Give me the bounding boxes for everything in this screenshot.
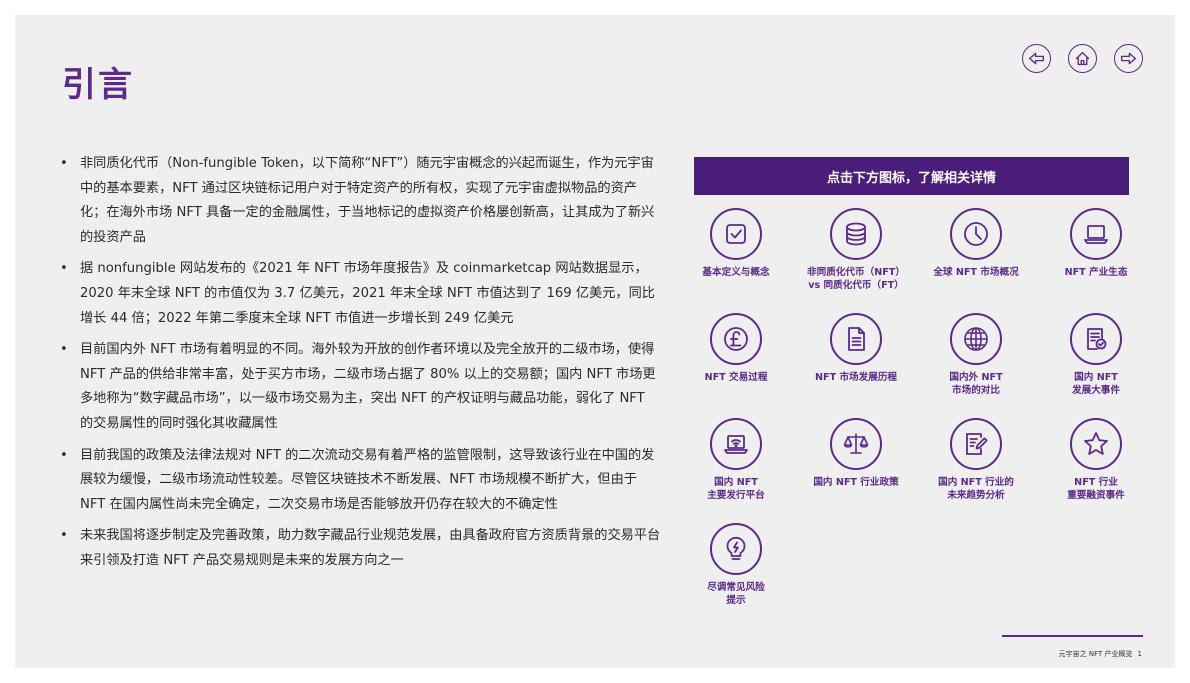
bullet-item: • 未来我国将逐步制定及完善政策，助力数字藏品行业规范发展，由具备政府官方资质背景…	[60, 528, 661, 568]
bullet-item: • 目前国内外 NFT 市场有着明显的不同。海外较为开放的创作者环境以及完全放开的…	[60, 342, 656, 431]
certificate-icon	[1087, 328, 1107, 350]
topic-domestic-events[interactable]: 国内 NFT 发展大事件	[1036, 313, 1156, 418]
topic-issuing-platforms[interactable]: 国内 NFT 主要发行平台	[676, 418, 796, 523]
topic-future-trends[interactable]: 国内 NFT 行业的 未来趋势分析	[916, 418, 1036, 523]
arrow-left-icon	[1029, 52, 1044, 65]
home-button[interactable]	[1068, 44, 1097, 73]
panel-header: 点击下方图标，了解相关详情	[694, 157, 1129, 195]
page-number: 1	[1137, 650, 1142, 658]
globe-icon	[964, 327, 988, 351]
topic-market-history[interactable]: NFT 市场发展历程	[796, 313, 916, 418]
arrow-right-icon	[1121, 52, 1136, 65]
topic-trading-process[interactable]: NFT 交易过程	[676, 313, 796, 418]
lightbulb-icon	[726, 536, 746, 560]
page-title: 引言	[62, 65, 134, 105]
topic-industry-ecosystem[interactable]: NFT 产业生态	[1036, 208, 1156, 313]
topic-financing-events[interactable]: NFT 行业 重要融资事件	[1036, 418, 1156, 523]
wifi-laptop-icon	[724, 435, 748, 454]
edit-document-icon	[966, 433, 988, 455]
clock-icon	[964, 222, 988, 246]
star-icon	[1084, 432, 1108, 455]
bullet-item: • 目前我国的政策及法律法规对 NFT 的二次流动交易有着严格的监管限制，这导致该…	[60, 447, 655, 512]
bullet-list: • 非同质化代币（Non-fungible Token，以下简称“NFT”）随元宇…	[55, 152, 661, 581]
home-icon	[1075, 51, 1090, 66]
laptop-icon	[1084, 225, 1108, 244]
checkbox-icon	[726, 224, 746, 244]
next-page-button[interactable]	[1114, 44, 1143, 73]
footer-divider	[1002, 635, 1143, 637]
prev-page-button[interactable]	[1022, 44, 1051, 73]
topic-icon-grid: 基本定义与概念 非同质化代币（NFT） vs 同质化代币（FT） 全球 NFT …	[676, 208, 1156, 628]
scales-icon	[843, 433, 869, 454]
topic-global-market[interactable]: 全球 NFT 市场概况	[916, 208, 1036, 313]
topic-domestic-vs-overseas[interactable]: 国内外 NFT 市场的对比	[916, 313, 1036, 418]
coin-stack-icon	[846, 222, 866, 246]
footer-title: 元宇宙之 NFT 产业概览	[1058, 650, 1133, 658]
bullet-item: • 非同质化代币（Non-fungible Token，以下简称“NFT”）随元宇…	[60, 156, 655, 245]
page-background: 引言 • 非同质化代币（Non-fungible Token，以下简称“NFT”）…	[15, 15, 1175, 668]
footer: 元宇宙之 NFT 产业概览 1	[1054, 649, 1142, 659]
topic-basic-definition[interactable]: 基本定义与概念	[676, 208, 796, 313]
document-icon	[848, 327, 865, 351]
topic-risk-tips[interactable]: 尽调常见风险 提示	[676, 523, 796, 628]
topic-nft-vs-ft[interactable]: 非同质化代币（NFT） vs 同质化代币（FT）	[796, 208, 916, 313]
bullet-item: • 据 nonfungible 网站发布的《2021 年 NFT 市场年度报告》及…	[60, 261, 655, 326]
topic-industry-policy[interactable]: 国内 NFT 行业政策	[796, 418, 916, 523]
nav-buttons	[1022, 44, 1143, 73]
pound-coin-icon	[724, 327, 748, 351]
